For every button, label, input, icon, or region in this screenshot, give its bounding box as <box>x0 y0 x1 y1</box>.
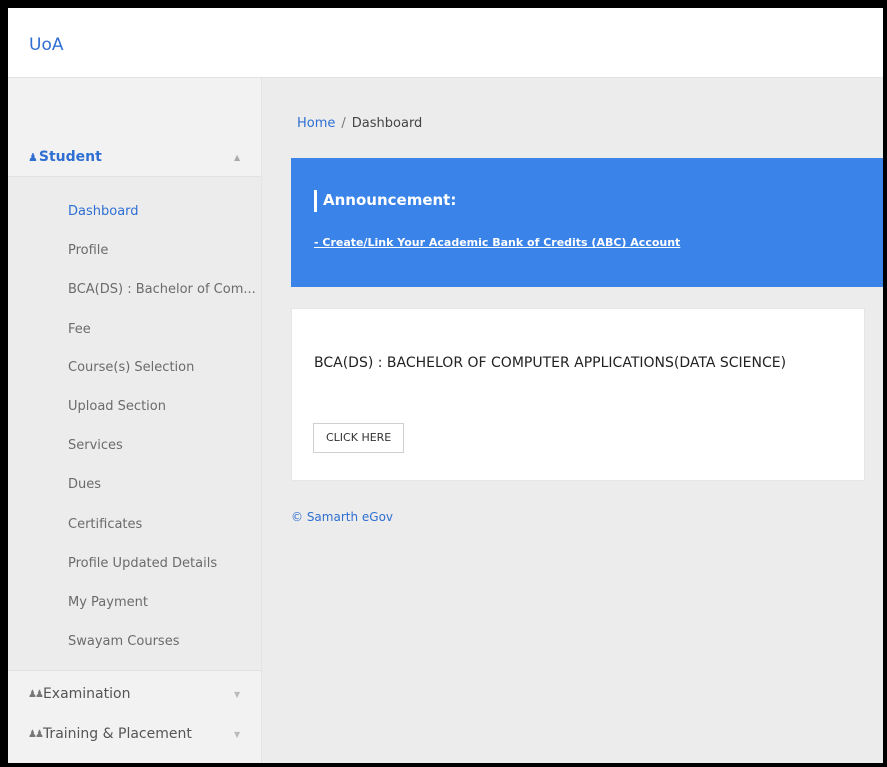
sidebar-item-fee[interactable]: Fee <box>68 322 91 337</box>
sidebar-item-course-selection[interactable]: Course(s) Selection <box>68 360 194 375</box>
sidebar-item-swayam-courses[interactable]: Swayam Courses <box>68 634 179 649</box>
sidebar-section-label: Student <box>38 149 102 165</box>
top-navbar: UoA <box>8 8 883 78</box>
abc-account-link[interactable]: - Create/Link Your Academic Bank of Cred… <box>314 236 680 249</box>
click-here-button[interactable]: CLICK HERE <box>313 423 405 453</box>
sidebar-item-profile-updated-details[interactable]: Profile Updated Details <box>68 556 217 571</box>
announcement-banner: Announcement: - Create/Link Your Academi… <box>291 158 883 287</box>
users-icon: ♟♟ <box>28 688 44 700</box>
sidebar: ♟ Student ▲ Dashboard Profile BCA(DS) : … <box>8 78 262 763</box>
sidebar-section-label: Examination <box>42 686 131 702</box>
program-card: BCA(DS) : BACHELOR OF COMPUTER APPLICATI… <box>291 308 865 481</box>
users-icon: ♟♟ <box>28 728 44 740</box>
sidebar-item-upload-section[interactable]: Upload Section <box>68 399 166 414</box>
sidebar-item-certificates[interactable]: Certificates <box>68 517 142 532</box>
breadcrumb-separator: / <box>341 116 346 131</box>
sidebar-section-training[interactable]: ♟♟ Training & Placement ▼ <box>8 714 261 754</box>
brand-logo[interactable]: UoA <box>29 35 63 55</box>
sidebar-item-profile[interactable]: Profile <box>68 243 108 258</box>
app-window: UoA ♟ Student ▲ Dashboard Profile BCA(DS… <box>8 8 883 763</box>
breadcrumb: Home / Dashboard <box>297 116 422 131</box>
program-title: BCA(DS) : BACHELOR OF COMPUTER APPLICATI… <box>314 355 787 371</box>
chevron-down-icon: ▼ <box>234 689 241 699</box>
sidebar-item-dashboard[interactable]: Dashboard <box>68 204 139 219</box>
sidebar-section-student[interactable]: ♟ Student ▲ <box>8 137 261 177</box>
breadcrumb-home-link[interactable]: Home <box>297 116 335 131</box>
announcement-title: Announcement: <box>323 191 457 209</box>
sidebar-item-services[interactable]: Services <box>68 438 123 453</box>
sidebar-section-label: Training & Placement <box>42 726 192 742</box>
announcement-accent-bar <box>314 190 317 212</box>
chevron-up-icon: ▲ <box>234 152 241 162</box>
chevron-down-icon: ▼ <box>234 729 241 739</box>
sidebar-section-examination[interactable]: ♟♟ Examination ▼ <box>8 674 261 714</box>
sidebar-item-program[interactable]: BCA(DS) : Bachelor of Com... <box>68 282 256 297</box>
user-icon: ♟ <box>28 150 38 164</box>
footer-credit-link[interactable]: © Samarth eGov <box>291 510 393 524</box>
student-submenu: Dashboard Profile BCA(DS) : Bachelor of … <box>8 176 261 671</box>
sidebar-item-my-payment[interactable]: My Payment <box>68 595 148 610</box>
breadcrumb-current: Dashboard <box>351 116 423 131</box>
sidebar-item-dues[interactable]: Dues <box>68 477 101 492</box>
